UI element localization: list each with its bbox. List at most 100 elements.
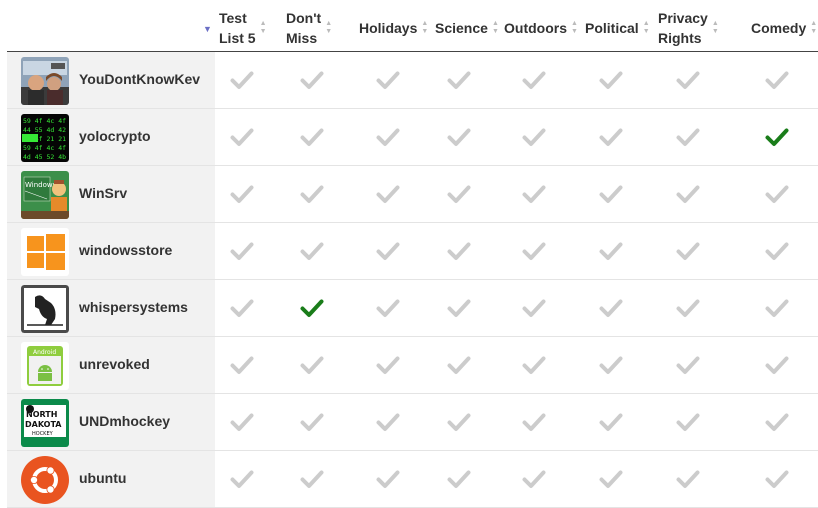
table-row[interactable]: whispersystems: [7, 280, 818, 337]
checkmark-unchecked-icon[interactable]: [765, 296, 789, 320]
checkmark-unchecked-icon[interactable]: [522, 68, 546, 92]
table-row[interactable]: windowsstore: [7, 223, 818, 280]
checkmark-unchecked-icon[interactable]: [676, 467, 700, 491]
checkmark-unchecked-icon[interactable]: [230, 68, 254, 92]
checkmark-unchecked-icon[interactable]: [599, 182, 623, 206]
account-name[interactable]: unrevoked: [79, 356, 150, 372]
account-name[interactable]: whispersystems: [79, 299, 188, 315]
checkmark-unchecked-icon[interactable]: [300, 353, 324, 377]
checkmark-unchecked-icon[interactable]: [676, 239, 700, 263]
checkmark-unchecked-icon[interactable]: [599, 239, 623, 263]
sort-arrows-icon[interactable]: ▲ ▼: [571, 20, 578, 36]
checkmark-unchecked-icon[interactable]: [376, 410, 400, 434]
sort-arrows-icon[interactable]: ▲ ▼: [260, 20, 267, 36]
account-name[interactable]: YouDontKnowKev: [79, 71, 200, 87]
checkmark-unchecked-icon[interactable]: [599, 353, 623, 377]
checkmark-unchecked-icon[interactable]: [765, 353, 789, 377]
checkmark-unchecked-icon[interactable]: [447, 353, 471, 377]
checkmark-unchecked-icon[interactable]: [300, 239, 324, 263]
checkmark-unchecked-icon[interactable]: [230, 467, 254, 491]
checkmark-unchecked-icon[interactable]: [447, 182, 471, 206]
column-header[interactable]: Science ▲ ▼: [435, 8, 499, 48]
account-name[interactable]: yolocrypto: [79, 128, 151, 144]
checkmark-unchecked-icon[interactable]: [376, 182, 400, 206]
table-row[interactable]: Windows WinSrv: [7, 166, 818, 223]
checkmark-unchecked-icon[interactable]: [376, 296, 400, 320]
checkmark-unchecked-icon[interactable]: [522, 410, 546, 434]
account-cell: whispersystems: [7, 280, 215, 336]
checkmark-unchecked-icon[interactable]: [447, 410, 471, 434]
column-header-label-line: Test: [219, 10, 247, 26]
checkmark-checked-icon[interactable]: [765, 125, 789, 149]
checkmark-unchecked-icon[interactable]: [522, 353, 546, 377]
sort-arrows-icon[interactable]: ▲ ▼: [810, 20, 817, 36]
account-name[interactable]: windowsstore: [79, 242, 172, 258]
checkmark-unchecked-icon[interactable]: [676, 125, 700, 149]
column-header[interactable]: Don't Miss ▲ ▼: [286, 8, 332, 48]
column-header-label: Science: [435, 18, 488, 38]
checkmark-unchecked-icon[interactable]: [599, 68, 623, 92]
checkmark-unchecked-icon[interactable]: [376, 467, 400, 491]
checkmark-unchecked-icon[interactable]: [447, 296, 471, 320]
column-header[interactable]: Privacy Rights ▲ ▼: [658, 8, 719, 48]
checkmark-unchecked-icon[interactable]: [676, 68, 700, 92]
sort-arrows-icon[interactable]: ▲ ▼: [643, 20, 650, 36]
checkmark-unchecked-icon[interactable]: [300, 410, 324, 434]
checkmark-unchecked-icon[interactable]: [676, 353, 700, 377]
table-row[interactable]: ubuntu: [7, 451, 818, 508]
checkmark-unchecked-icon[interactable]: [599, 467, 623, 491]
account-name[interactable]: WinSrv: [79, 185, 127, 201]
column-header[interactable]: Test List 5 ▲ ▼: [219, 8, 267, 48]
checkmark-unchecked-icon[interactable]: [376, 125, 400, 149]
checkmark-unchecked-icon[interactable]: [230, 239, 254, 263]
checkmark-unchecked-icon[interactable]: [599, 410, 623, 434]
checkmark-unchecked-icon[interactable]: [765, 467, 789, 491]
checkmark-unchecked-icon[interactable]: [765, 410, 789, 434]
checkmark-unchecked-icon[interactable]: [300, 182, 324, 206]
checkmark-unchecked-icon[interactable]: [765, 182, 789, 206]
table-row[interactable]: 59 4f 4c 4f 44 55 4d 42 59 4f 21 21 59 4f 4…: [7, 109, 818, 166]
sort-descending-icon[interactable]: ▼: [203, 24, 212, 34]
column-header[interactable]: Holidays ▲ ▼: [359, 8, 428, 48]
account-name[interactable]: UNDmhockey: [79, 413, 170, 429]
checkmark-unchecked-icon[interactable]: [447, 68, 471, 92]
checkmark-unchecked-icon[interactable]: [230, 410, 254, 434]
table-row[interactable]: YouDontKnowKev: [7, 52, 818, 109]
checkmark-unchecked-icon[interactable]: [522, 239, 546, 263]
checkmark-unchecked-icon[interactable]: [522, 182, 546, 206]
sort-arrows-icon[interactable]: ▲ ▼: [492, 20, 499, 36]
column-header[interactable]: Outdoors ▲ ▼: [504, 8, 578, 48]
sort-arrows-icon[interactable]: ▲ ▼: [325, 20, 332, 36]
checkmark-unchecked-icon[interactable]: [230, 353, 254, 377]
checkmark-unchecked-icon[interactable]: [300, 125, 324, 149]
checkmark-unchecked-icon[interactable]: [676, 182, 700, 206]
checkmark-unchecked-icon[interactable]: [230, 296, 254, 320]
checkmark-unchecked-icon[interactable]: [376, 68, 400, 92]
column-header[interactable]: Political ▲ ▼: [585, 8, 650, 48]
sort-arrows-icon[interactable]: ▲ ▼: [712, 20, 719, 36]
checkmark-unchecked-icon[interactable]: [447, 467, 471, 491]
checkmark-unchecked-icon[interactable]: [300, 68, 324, 92]
table-row[interactable]: Android unrevoked: [7, 337, 818, 394]
checkmark-unchecked-icon[interactable]: [765, 239, 789, 263]
checkmark-unchecked-icon[interactable]: [599, 125, 623, 149]
column-header[interactable]: Comedy ▲ ▼: [751, 8, 817, 48]
checkmark-unchecked-icon[interactable]: [676, 296, 700, 320]
checkmark-unchecked-icon[interactable]: [376, 239, 400, 263]
checkmark-checked-icon[interactable]: [300, 296, 324, 320]
checkmark-unchecked-icon[interactable]: [447, 125, 471, 149]
checkmark-unchecked-icon[interactable]: [676, 410, 700, 434]
table-row[interactable]: NORTH DAKOTA HOCKEY UNDmhockey: [7, 394, 818, 451]
checkmark-unchecked-icon[interactable]: [376, 353, 400, 377]
sort-arrows-icon[interactable]: ▲ ▼: [421, 20, 428, 36]
checkmark-unchecked-icon[interactable]: [522, 467, 546, 491]
checkmark-unchecked-icon[interactable]: [230, 125, 254, 149]
checkmark-unchecked-icon[interactable]: [765, 68, 789, 92]
checkmark-unchecked-icon[interactable]: [522, 125, 546, 149]
checkmark-unchecked-icon[interactable]: [300, 467, 324, 491]
account-name[interactable]: ubuntu: [79, 470, 126, 486]
checkmark-unchecked-icon[interactable]: [447, 239, 471, 263]
checkmark-unchecked-icon[interactable]: [230, 182, 254, 206]
checkmark-unchecked-icon[interactable]: [599, 296, 623, 320]
checkmark-unchecked-icon[interactable]: [522, 296, 546, 320]
